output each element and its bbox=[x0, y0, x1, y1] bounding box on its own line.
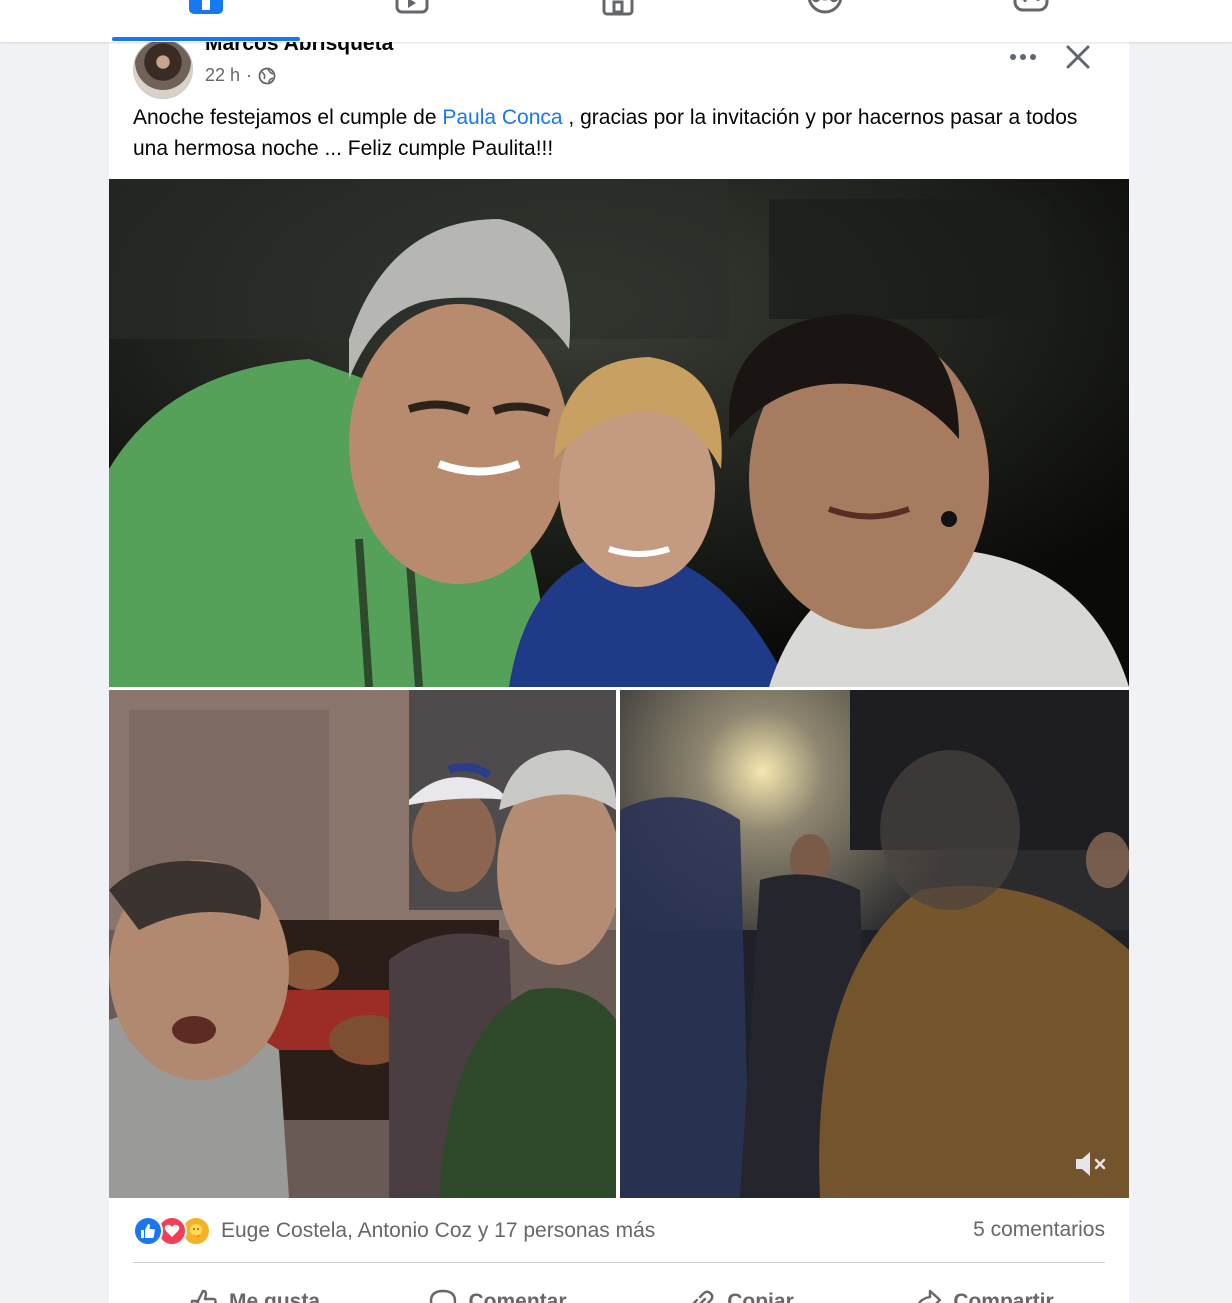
tagged-person-link[interactable]: Paula Conca bbox=[442, 106, 562, 129]
mute-icon[interactable] bbox=[1073, 1148, 1109, 1180]
reactions-summary[interactable]: Euge Costela, Antonio Coz y 17 personas … bbox=[133, 1213, 655, 1249]
thumbs-up-icon bbox=[190, 1289, 217, 1303]
meta-separator: · bbox=[246, 65, 253, 85]
dot-icon bbox=[1020, 54, 1026, 60]
copy-label: Copiar bbox=[727, 1290, 794, 1303]
reaction-names[interactable]: Euge Costela, Antonio Coz y 17 personas … bbox=[221, 1219, 655, 1243]
like-label: Me gusta bbox=[228, 1290, 320, 1303]
dot-icon bbox=[1010, 54, 1016, 60]
like-icon bbox=[133, 1216, 163, 1246]
comments-count[interactable]: 5 comentarios bbox=[973, 1218, 1105, 1242]
close-button[interactable] bbox=[1059, 38, 1097, 76]
home-icon bbox=[189, 0, 223, 14]
copy-button[interactable]: Copiar bbox=[619, 1272, 862, 1303]
selfie-photo-illustration bbox=[109, 179, 1129, 687]
close-icon bbox=[1066, 45, 1090, 69]
share-button[interactable]: Compartir bbox=[862, 1272, 1105, 1303]
photo-grill-selfie[interactable] bbox=[109, 690, 616, 1198]
video-icon bbox=[395, 0, 429, 14]
photo-selfie-three-people[interactable] bbox=[109, 179, 1129, 687]
actions-divider bbox=[133, 1262, 1105, 1263]
post-time[interactable]: 22 h bbox=[205, 65, 240, 86]
nav-tab-marketplace[interactable] bbox=[578, 0, 658, 42]
marketplace-icon bbox=[602, 0, 634, 16]
nav-tab-gaming[interactable] bbox=[991, 0, 1071, 42]
gaming-icon bbox=[1013, 0, 1049, 12]
link-icon bbox=[692, 1290, 714, 1303]
globe-icon bbox=[258, 67, 276, 84]
nav-tab-home[interactable] bbox=[166, 0, 246, 42]
post-actions: Me gusta Comentar Copiar Compartir bbox=[133, 1272, 1105, 1303]
comment-button[interactable]: Comentar bbox=[376, 1272, 619, 1303]
groups-icon bbox=[807, 0, 843, 14]
nav-tab-video[interactable] bbox=[372, 0, 452, 42]
post-meta: 22 h · bbox=[205, 65, 276, 86]
like-button[interactable]: Me gusta bbox=[133, 1272, 376, 1303]
comment-icon bbox=[430, 1289, 457, 1303]
video-party-crowd[interactable] bbox=[620, 690, 1129, 1198]
party-video-illustration bbox=[620, 690, 1129, 1198]
grill-photo-illustration bbox=[109, 690, 616, 1198]
top-navigation bbox=[0, 0, 1232, 42]
comment-label: Comentar bbox=[468, 1290, 567, 1303]
post-text: Anoche festejamos el cumple de Paula Con… bbox=[133, 102, 1103, 164]
more-options-button[interactable] bbox=[1005, 42, 1041, 72]
nav-active-indicator bbox=[112, 37, 300, 41]
post-card: Marcos Abrisqueta 22 h · Anoche festejam… bbox=[109, 30, 1129, 1303]
share-label: Compartir bbox=[953, 1290, 1054, 1303]
nav-tab-groups[interactable] bbox=[785, 0, 865, 42]
share-icon bbox=[918, 1289, 942, 1303]
author-avatar[interactable] bbox=[133, 39, 193, 99]
dot-icon bbox=[1030, 54, 1036, 60]
post-text-start: Anoche festejamos el cumple de bbox=[133, 106, 443, 129]
reaction-icons bbox=[133, 1216, 211, 1246]
